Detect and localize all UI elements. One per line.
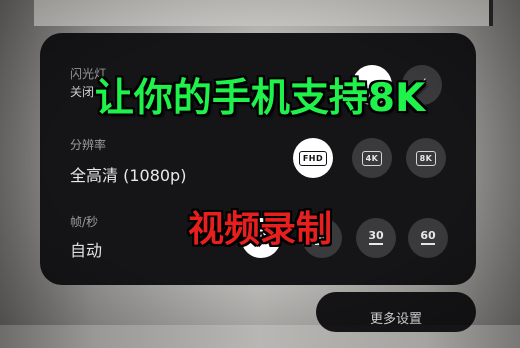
more-settings-button[interactable]: 更多设置 [316, 292, 476, 332]
phone-frame-top [34, 0, 490, 26]
video-title-overlay: 让你的手机支持8K [94, 76, 426, 121]
resolution-option-fhd[interactable]: FHD [293, 138, 333, 178]
video-subtitle-overlay: 视频录制 [187, 209, 332, 250]
resolution-option-4k[interactable]: 4K [352, 138, 392, 178]
8k-chip: 8K [415, 150, 437, 166]
phone-frame-edge [489, 0, 493, 26]
fhd-chip: FHD [298, 150, 328, 166]
resolution-option-8k[interactable]: 8K [406, 138, 446, 178]
resolution-value: 全高清 (1080p) [70, 166, 187, 185]
4k-chip: 4K [361, 150, 383, 166]
resolution-label: 分辨率 [70, 138, 107, 152]
